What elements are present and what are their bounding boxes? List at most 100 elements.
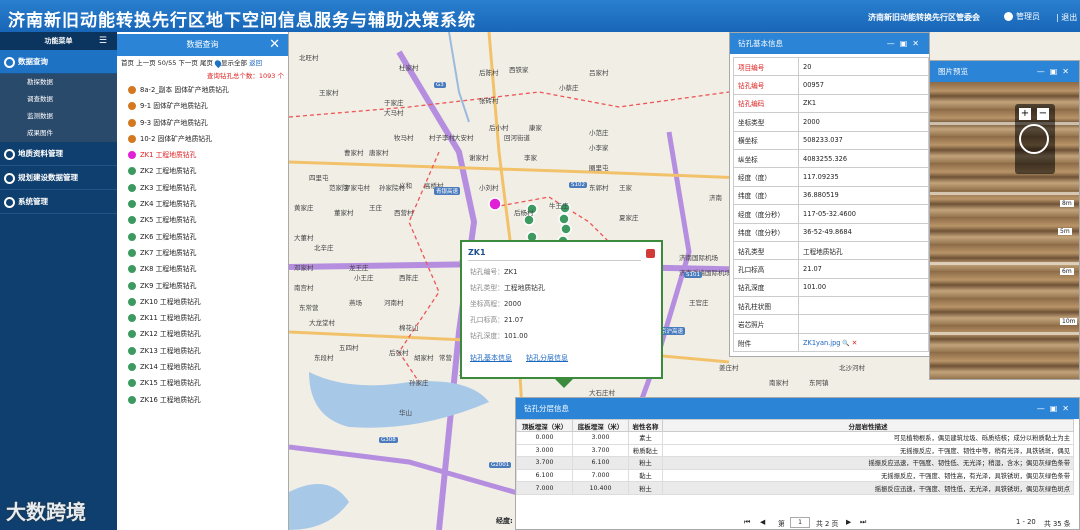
list-item[interactable]: ZK13 工程地质钻孔	[117, 343, 288, 359]
col-top-depth: 顶板埋深（米）	[516, 419, 573, 432]
layer-info-panel: 钻孔分层信息 —▣✕ 顶板埋深（米） 底板埋深（米） 岩性名称 分层岩性描述 0.…	[515, 397, 1080, 530]
image-preview-header: 图片预览 —▣✕	[930, 61, 1079, 82]
info-value-text: 117.09235	[803, 173, 839, 182]
place-label: 四里屯	[309, 174, 329, 182]
place-label: 南宫村	[294, 284, 314, 292]
info-value-text: 00957	[803, 81, 824, 90]
table-row[interactable]: 0.000 3.000 素土 可见植物根系，偶见建筑垃圾、砾质结核；成分以粉质黏土为主	[516, 431, 1074, 445]
back-button[interactable]: 返回	[249, 59, 262, 67]
table-row[interactable]: 3.000 3.700 粉质黏土 无摇振反应，干强度、韧性中等，稍有光泽，具铁锈斑，偶…	[516, 443, 1074, 458]
place-label: 王官庄	[689, 299, 709, 307]
sidebar-item-query[interactable]: 数据查询	[0, 50, 117, 74]
zoom-in-button[interactable]: +	[1019, 108, 1031, 120]
list-item[interactable]: ZK5 工程地质钻孔	[117, 212, 288, 228]
window-controls[interactable]: —▣✕	[1037, 398, 1074, 419]
pan-icon[interactable]	[1019, 124, 1049, 154]
list-item[interactable]: ZK12 工程地质钻孔	[117, 326, 288, 342]
query-panel-title: 数据查询	[186, 40, 219, 49]
gear-icon	[4, 148, 15, 160]
borehole-marker[interactable]	[560, 223, 572, 235]
list-item[interactable]: ZK4 工程地质钻孔	[117, 196, 288, 212]
window-controls[interactable]: —▣✕	[1037, 61, 1074, 82]
list-item[interactable]: ZK1 工程地质钻孔	[117, 147, 288, 163]
table-row: 钻孔编码 ZK1	[733, 93, 929, 114]
sidebar: 功能菜单 ☰ 数据查询 勘探数据 调查数据 监测数据 成果图件 地质资料管理 规划…	[0, 32, 117, 530]
sidebar-title: 功能菜单	[44, 37, 73, 45]
list-item[interactable]: 9-1 固体矿产地质钻孔	[117, 98, 288, 114]
last-page-icon[interactable]: ⏭	[860, 518, 866, 527]
table-row[interactable]: 6.100 7.000 黏土 无摇振反应，干强度、韧性高，有光泽，具铁锈斑，偶见灰绿色…	[516, 468, 1074, 483]
list-item[interactable]: ZK7 工程地质钻孔	[117, 245, 288, 261]
list-item[interactable]: 10-2 固体矿产地质钻孔	[117, 131, 288, 147]
borehole-marker-icon	[127, 199, 137, 210]
list-item[interactable]: 8a-2_副本 固体矿产地质钻孔	[117, 82, 288, 98]
table-row[interactable]: 7.000 10.400 粉土 摇振反应迅速，干强度、韧性低，无光泽，具铁锈斑，偶见灰…	[516, 481, 1074, 495]
list-item[interactable]: 9-3 固体矿产地质钻孔	[117, 115, 288, 131]
list-item-label: ZK8 工程地质钻孔	[140, 265, 197, 274]
info-key: 钻孔编号	[733, 75, 799, 95]
zoom-out-button[interactable]: −	[1037, 108, 1049, 120]
info-value-text: 117-05-32.4600	[803, 209, 857, 218]
sidebar-subitem-results[interactable]: 成果图件	[0, 125, 117, 142]
sidebar-item-plan[interactable]: 规划建设数据管理	[0, 166, 117, 190]
place-label: 西营村	[394, 209, 414, 217]
table-cell: 粉土	[628, 481, 663, 495]
logout-link[interactable]: | 退出	[1056, 12, 1077, 23]
borehole-marker[interactable]	[558, 213, 570, 225]
info-value-text[interactable]: ZK1yan.jpg	[803, 339, 840, 347]
show-all-button[interactable]: 显示全部	[221, 59, 247, 67]
menu-toggle-icon[interactable]: ☰	[99, 37, 107, 46]
table-row: 纬度（度分秒） 36-52-49.8684	[733, 222, 929, 242]
sidebar-subitem-monitoring[interactable]: 监测数据	[0, 108, 117, 125]
table-cell: 无摇振反应，干强度、韧性高，有光泽，具铁锈斑，偶见灰绿色条带	[662, 468, 1074, 483]
place-label: 东常营	[299, 304, 319, 312]
sidebar-subitem-investigation[interactable]: 调查数据	[0, 91, 117, 108]
close-icon[interactable]	[646, 249, 655, 258]
table-row: 钻孔类型 工程地质钻孔	[733, 240, 929, 261]
place-label: 大董村	[294, 234, 314, 242]
place-label: 罗家屯村	[344, 184, 370, 192]
list-item[interactable]: ZK3 工程地质钻孔	[117, 180, 288, 196]
table-cell: 3.700	[572, 443, 629, 458]
list-item[interactable]: ZK9 工程地质钻孔	[117, 278, 288, 294]
page-input[interactable]: 1	[790, 517, 810, 528]
place-label: 后张村	[389, 349, 409, 357]
place-label: 北沙河村	[839, 364, 865, 372]
layer-info-link[interactable]: 钻孔分层信息	[526, 353, 568, 363]
prev-page-icon[interactable]: ◀	[760, 518, 765, 526]
sidebar-subitem-survey[interactable]: 勘探数据	[0, 74, 117, 91]
list-item[interactable]: ZK16 工程地质钻孔	[117, 392, 288, 408]
list-item[interactable]: ZK2 工程地质钻孔	[117, 163, 288, 179]
close-icon[interactable]: ✕	[269, 34, 280, 56]
info-value: 117-05-32.4600	[798, 204, 929, 224]
search-icon[interactable]: 🔍	[840, 340, 851, 347]
list-item[interactable]: ZK10 工程地质钻孔	[117, 294, 288, 310]
table-row: 经度（度分秒） 117-05-32.4600	[733, 204, 929, 224]
list-item[interactable]: ZK8 工程地质钻孔	[117, 261, 288, 277]
sidebar-item-system[interactable]: 系统管理	[0, 190, 117, 214]
basic-info-link[interactable]: 钻孔基本信息	[470, 353, 512, 363]
first-page-icon[interactable]: ⏮	[744, 518, 750, 527]
window-controls[interactable]: —▣✕	[887, 33, 924, 54]
table-row[interactable]: 3.700 6.100 粉土 摇振反应迅速，干强度、韧性低、无光泽；稍湿，含水；偶见灰…	[516, 456, 1074, 470]
user-menu[interactable]: 管理员	[1004, 11, 1040, 22]
delete-icon[interactable]: ✕	[852, 339, 858, 347]
list-item-label: ZK13 工程地质钻孔	[140, 346, 201, 355]
zoom-pan-control[interactable]: + −	[1015, 104, 1055, 174]
list-item[interactable]: ZK14 工程地质钻孔	[117, 359, 288, 375]
list-item[interactable]: ZK15 工程地质钻孔	[117, 375, 288, 391]
sidebar-item-geo[interactable]: 地质资料管理	[0, 142, 117, 166]
place-label: 小李家	[589, 144, 609, 152]
pager[interactable]: 首页 上一页 50/55 下一页 尾页 显示全部 返回	[117, 56, 288, 70]
pager-text[interactable]: 首页 上一页 50/55 下一页 尾页	[121, 59, 213, 67]
info-key: 附件	[733, 332, 799, 353]
info-value: 36-52-49.8684	[798, 222, 929, 242]
core-photo[interactable]: + − 8m 5m 6m 10m	[930, 82, 1079, 379]
selected-borehole-marker[interactable]	[488, 197, 502, 211]
list-item[interactable]: ZK11 工程地质钻孔	[117, 310, 288, 326]
place-label: 小范庄	[589, 129, 609, 137]
place-label: 牧马村	[394, 134, 414, 142]
next-page-icon[interactable]: ▶	[846, 518, 851, 526]
list-item[interactable]: ZK6 工程地质钻孔	[117, 229, 288, 245]
info-key: 孔口标高	[733, 259, 799, 279]
